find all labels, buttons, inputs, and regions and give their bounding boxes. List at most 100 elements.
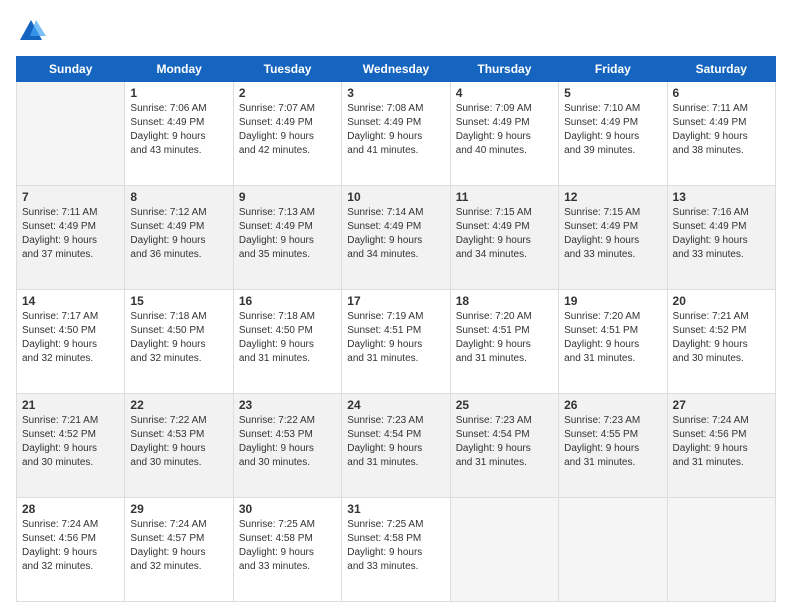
day-info: Sunrise: 7:16 AM Sunset: 4:49 PM Dayligh… <box>673 206 770 262</box>
day-number: 6 <box>673 86 770 100</box>
calendar-cell: 15 Sunrise: 7:18 AM Sunset: 4:50 PM Dayli… <box>125 290 233 394</box>
day-info: Sunrise: 7:17 AM Sunset: 4:50 PM Dayligh… <box>22 310 119 366</box>
day-number: 22 <box>130 398 227 412</box>
day-info: Sunrise: 7:08 AM Sunset: 4:49 PM Dayligh… <box>347 102 444 158</box>
day-number: 24 <box>347 398 444 412</box>
day-info: Sunrise: 7:22 AM Sunset: 4:53 PM Dayligh… <box>239 414 336 470</box>
weekday-header: Thursday <box>450 57 558 82</box>
day-info: Sunrise: 7:19 AM Sunset: 4:51 PM Dayligh… <box>347 310 444 366</box>
calendar-cell: 18 Sunrise: 7:20 AM Sunset: 4:51 PM Dayli… <box>450 290 558 394</box>
calendar-week-row: 14 Sunrise: 7:17 AM Sunset: 4:50 PM Dayli… <box>17 290 776 394</box>
day-number: 1 <box>130 86 227 100</box>
calendar-cell: 28 Sunrise: 7:24 AM Sunset: 4:56 PM Dayli… <box>17 498 125 602</box>
day-number: 12 <box>564 190 661 204</box>
day-number: 13 <box>673 190 770 204</box>
day-info: Sunrise: 7:11 AM Sunset: 4:49 PM Dayligh… <box>673 102 770 158</box>
day-info: Sunrise: 7:23 AM Sunset: 4:54 PM Dayligh… <box>456 414 553 470</box>
calendar-cell <box>559 498 667 602</box>
calendar-cell: 10 Sunrise: 7:14 AM Sunset: 4:49 PM Dayli… <box>342 186 450 290</box>
calendar-cell: 13 Sunrise: 7:16 AM Sunset: 4:49 PM Dayli… <box>667 186 775 290</box>
day-info: Sunrise: 7:18 AM Sunset: 4:50 PM Dayligh… <box>130 310 227 366</box>
page: SundayMondayTuesdayWednesdayThursdayFrid… <box>0 0 792 612</box>
calendar-week-row: 1 Sunrise: 7:06 AM Sunset: 4:49 PM Daylig… <box>17 82 776 186</box>
day-info: Sunrise: 7:22 AM Sunset: 4:53 PM Dayligh… <box>130 414 227 470</box>
day-info: Sunrise: 7:06 AM Sunset: 4:49 PM Dayligh… <box>130 102 227 158</box>
day-info: Sunrise: 7:11 AM Sunset: 4:49 PM Dayligh… <box>22 206 119 262</box>
calendar-cell: 29 Sunrise: 7:24 AM Sunset: 4:57 PM Dayli… <box>125 498 233 602</box>
calendar-cell: 2 Sunrise: 7:07 AM Sunset: 4:49 PM Daylig… <box>233 82 341 186</box>
calendar-cell: 24 Sunrise: 7:23 AM Sunset: 4:54 PM Dayli… <box>342 394 450 498</box>
day-info: Sunrise: 7:25 AM Sunset: 4:58 PM Dayligh… <box>347 518 444 574</box>
calendar-cell: 30 Sunrise: 7:25 AM Sunset: 4:58 PM Dayli… <box>233 498 341 602</box>
day-number: 18 <box>456 294 553 308</box>
calendar-cell: 25Sunrise: 7:23 AM Sunset: 4:54 PM Dayli… <box>450 394 558 498</box>
calendar-cell: 14 Sunrise: 7:17 AM Sunset: 4:50 PM Dayli… <box>17 290 125 394</box>
day-info: Sunrise: 7:24 AM Sunset: 4:56 PM Dayligh… <box>22 518 119 574</box>
calendar-cell: 17 Sunrise: 7:19 AM Sunset: 4:51 PM Dayli… <box>342 290 450 394</box>
day-number: 17 <box>347 294 444 308</box>
weekday-header: Monday <box>125 57 233 82</box>
day-number: 31 <box>347 502 444 516</box>
calendar-cell: 21 Sunrise: 7:21 AM Sunset: 4:52 PM Dayli… <box>17 394 125 498</box>
calendar-cell: 9Sunrise: 7:13 AM Sunset: 4:49 PM Daylig… <box>233 186 341 290</box>
day-number: 5 <box>564 86 661 100</box>
day-number: 19 <box>564 294 661 308</box>
day-info: Sunrise: 7:21 AM Sunset: 4:52 PM Dayligh… <box>673 310 770 366</box>
weekday-header: Saturday <box>667 57 775 82</box>
calendar-cell <box>450 498 558 602</box>
day-number: 10 <box>347 190 444 204</box>
calendar-cell: 5 Sunrise: 7:10 AM Sunset: 4:49 PM Daylig… <box>559 82 667 186</box>
day-info: Sunrise: 7:09 AM Sunset: 4:49 PM Dayligh… <box>456 102 553 158</box>
day-number: 21 <box>22 398 119 412</box>
day-number: 23 <box>239 398 336 412</box>
calendar-cell: 4 Sunrise: 7:09 AM Sunset: 4:49 PM Daylig… <box>450 82 558 186</box>
day-number: 30 <box>239 502 336 516</box>
calendar-cell <box>17 82 125 186</box>
day-info: Sunrise: 7:15 AM Sunset: 4:49 PM Dayligh… <box>564 206 661 262</box>
calendar-week-row: 28 Sunrise: 7:24 AM Sunset: 4:56 PM Dayli… <box>17 498 776 602</box>
day-number: 2 <box>239 86 336 100</box>
day-number: 26 <box>564 398 661 412</box>
calendar-cell: 8Sunrise: 7:12 AM Sunset: 4:49 PM Daylig… <box>125 186 233 290</box>
day-info: Sunrise: 7:10 AM Sunset: 4:49 PM Dayligh… <box>564 102 661 158</box>
day-info: Sunrise: 7:24 AM Sunset: 4:57 PM Dayligh… <box>130 518 227 574</box>
day-info: Sunrise: 7:20 AM Sunset: 4:51 PM Dayligh… <box>564 310 661 366</box>
day-info: Sunrise: 7:23 AM Sunset: 4:54 PM Dayligh… <box>347 414 444 470</box>
calendar-cell: 3 Sunrise: 7:08 AM Sunset: 4:49 PM Daylig… <box>342 82 450 186</box>
calendar-cell: 22 Sunrise: 7:22 AM Sunset: 4:53 PM Dayli… <box>125 394 233 498</box>
calendar-cell <box>667 498 775 602</box>
calendar-cell: 7Sunrise: 7:11 AM Sunset: 4:49 PM Daylig… <box>17 186 125 290</box>
day-number: 20 <box>673 294 770 308</box>
calendar: SundayMondayTuesdayWednesdayThursdayFrid… <box>16 56 776 602</box>
calendar-cell: 1 Sunrise: 7:06 AM Sunset: 4:49 PM Daylig… <box>125 82 233 186</box>
calendar-cell: 16Sunrise: 7:18 AM Sunset: 4:50 PM Dayli… <box>233 290 341 394</box>
day-number: 14 <box>22 294 119 308</box>
day-info: Sunrise: 7:24 AM Sunset: 4:56 PM Dayligh… <box>673 414 770 470</box>
day-number: 15 <box>130 294 227 308</box>
day-number: 29 <box>130 502 227 516</box>
day-number: 28 <box>22 502 119 516</box>
day-number: 3 <box>347 86 444 100</box>
day-number: 9 <box>239 190 336 204</box>
day-info: Sunrise: 7:21 AM Sunset: 4:52 PM Dayligh… <box>22 414 119 470</box>
logo <box>16 16 50 46</box>
day-info: Sunrise: 7:07 AM Sunset: 4:49 PM Dayligh… <box>239 102 336 158</box>
calendar-cell: 19 Sunrise: 7:20 AM Sunset: 4:51 PM Dayli… <box>559 290 667 394</box>
day-info: Sunrise: 7:18 AM Sunset: 4:50 PM Dayligh… <box>239 310 336 366</box>
calendar-cell: 6 Sunrise: 7:11 AM Sunset: 4:49 PM Daylig… <box>667 82 775 186</box>
day-info: Sunrise: 7:14 AM Sunset: 4:49 PM Dayligh… <box>347 206 444 262</box>
day-number: 4 <box>456 86 553 100</box>
calendar-cell: 20 Sunrise: 7:21 AM Sunset: 4:52 PM Dayli… <box>667 290 775 394</box>
weekday-header: Friday <box>559 57 667 82</box>
day-info: Sunrise: 7:23 AM Sunset: 4:55 PM Dayligh… <box>564 414 661 470</box>
calendar-week-row: 21 Sunrise: 7:21 AM Sunset: 4:52 PM Dayli… <box>17 394 776 498</box>
calendar-header-row: SundayMondayTuesdayWednesdayThursdayFrid… <box>17 57 776 82</box>
day-info: Sunrise: 7:25 AM Sunset: 4:58 PM Dayligh… <box>239 518 336 574</box>
weekday-header: Tuesday <box>233 57 341 82</box>
day-info: Sunrise: 7:20 AM Sunset: 4:51 PM Dayligh… <box>456 310 553 366</box>
calendar-week-row: 7Sunrise: 7:11 AM Sunset: 4:49 PM Daylig… <box>17 186 776 290</box>
day-number: 8 <box>130 190 227 204</box>
calendar-cell: 23 Sunrise: 7:22 AM Sunset: 4:53 PM Dayli… <box>233 394 341 498</box>
logo-icon <box>16 16 46 46</box>
calendar-cell: 12 Sunrise: 7:15 AM Sunset: 4:49 PM Dayli… <box>559 186 667 290</box>
